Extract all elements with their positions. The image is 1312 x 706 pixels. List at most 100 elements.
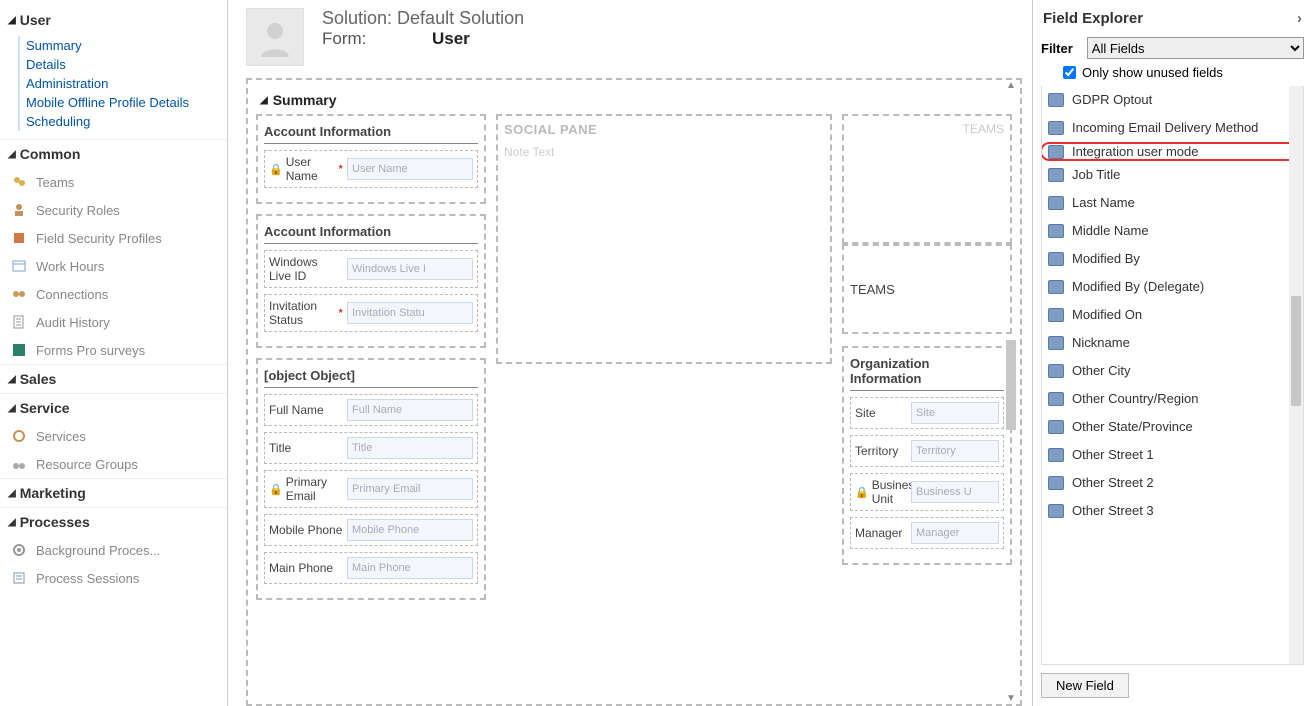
field-main-phone[interactable]: Main PhoneMain Phone — [264, 552, 478, 584]
field-input[interactable]: Invitation Statu — [347, 302, 473, 324]
field-item-other-street-1[interactable]: Other Street 1 — [1042, 441, 1303, 469]
field-item-gdpr-optout[interactable]: GDPR Optout — [1042, 86, 1303, 114]
common-item-field-security[interactable]: Field Security Profiles — [0, 224, 227, 252]
field-item-incoming-email[interactable]: Incoming Email Delivery Method — [1042, 114, 1303, 142]
field-manager[interactable]: ManagerManager — [850, 517, 1004, 549]
scroll-down-icon[interactable]: ▼ — [1004, 693, 1018, 704]
processes-item-sessions[interactable]: Process Sessions — [0, 564, 227, 592]
common-item-security-roles[interactable]: Security Roles — [0, 196, 227, 224]
field-input[interactable]: Windows Live I — [347, 258, 473, 280]
processes-item-background[interactable]: Background Proces... — [0, 536, 227, 564]
scroll-thumb[interactable] — [1006, 340, 1016, 430]
field-full-name[interactable]: Full NameFull Name — [264, 394, 478, 426]
common-header[interactable]: ◢ Common — [0, 139, 227, 168]
service-header[interactable]: ◢Service — [0, 393, 227, 422]
audit-history-icon — [10, 313, 28, 331]
field-icon — [1048, 196, 1064, 210]
field-item-last-name[interactable]: Last Name — [1042, 189, 1303, 217]
teams-subgrid-ghost[interactable]: TEAMS — [842, 114, 1012, 244]
field-invitation-status[interactable]: Invitation Status* Invitation Statu — [264, 294, 478, 332]
field-icon — [1048, 93, 1064, 107]
marketing-header[interactable]: ◢Marketing — [0, 478, 227, 507]
field-icon — [1048, 392, 1064, 406]
nav-summary[interactable]: Summary — [18, 36, 227, 55]
field-item-other-city[interactable]: Other City — [1042, 357, 1303, 385]
form-canvas[interactable]: ◢ Summary Account Information 🔒User Name… — [246, 78, 1022, 706]
resource-groups-icon — [10, 455, 28, 473]
field-territory[interactable]: TerritoryTerritory — [850, 435, 1004, 467]
account-info-1-box[interactable]: Account Information 🔒User Name* User Nam… — [256, 114, 486, 204]
scroll-up-icon[interactable]: ▲ — [1004, 80, 1018, 91]
field-item-other-street-2[interactable]: Other Street 2 — [1042, 469, 1303, 497]
field-item-modified-by-delegate[interactable]: Modified By (Delegate) — [1042, 273, 1303, 301]
lock-icon: 🔒 — [855, 486, 869, 499]
unused-fields-checkbox[interactable] — [1063, 66, 1076, 79]
nav-administration[interactable]: Administration — [18, 74, 227, 93]
nav-scheduling[interactable]: Scheduling — [18, 112, 227, 131]
field-input[interactable]: User Name — [347, 158, 473, 180]
box-title: Organization Information — [850, 352, 1004, 391]
processes-header[interactable]: ◢Processes — [0, 507, 227, 536]
field-windows-live-id[interactable]: Windows Live ID Windows Live I — [264, 250, 478, 288]
common-item-work-hours[interactable]: Work Hours — [0, 252, 227, 280]
box-title: Account Information — [264, 220, 478, 244]
nav-details[interactable]: Details — [18, 55, 227, 74]
field-primary-email[interactable]: 🔒Primary EmailPrimary Email — [264, 470, 478, 508]
field-item-job-title[interactable]: Job Title — [1042, 161, 1303, 189]
field-item-other-street-3[interactable]: Other Street 3 — [1042, 497, 1303, 525]
required-star: * — [338, 306, 343, 320]
nav-mobile-offline[interactable]: Mobile Offline Profile Details — [18, 93, 227, 112]
service-item-resource-groups[interactable]: Resource Groups — [0, 450, 227, 478]
field-icon — [1048, 280, 1064, 294]
filter-select[interactable]: All Fields — [1087, 37, 1304, 59]
box-title: Account Information — [264, 120, 478, 144]
field-icon — [1048, 252, 1064, 266]
social-pane-box[interactable]: SOCIAL PANE Note Text — [496, 114, 832, 364]
new-field-button[interactable]: New Field — [1041, 673, 1129, 698]
forms-pro-icon — [10, 341, 28, 359]
left-nav-panel: ◢ User Summary Details Administration Mo… — [0, 0, 228, 706]
field-icon — [1048, 336, 1064, 350]
common-item-forms-pro[interactable]: Forms Pro surveys — [0, 336, 227, 364]
user-info-box[interactable]: [object Object] Full NameFull Name Title… — [256, 358, 486, 600]
teams-subgrid[interactable]: TEAMS — [842, 244, 1012, 334]
form-name: User — [432, 29, 470, 49]
field-icon — [1048, 168, 1064, 182]
box-title: [object Object] — [264, 364, 478, 388]
field-site[interactable]: SiteSite — [850, 397, 1004, 429]
field-item-other-country[interactable]: Other Country/Region — [1042, 385, 1303, 413]
chevron-right-icon[interactable]: › — [1297, 10, 1302, 27]
common-item-connections[interactable]: Connections — [0, 280, 227, 308]
field-title[interactable]: TitleTitle — [264, 432, 478, 464]
services-icon — [10, 427, 28, 445]
social-pane-note: Note Text — [504, 145, 824, 159]
canvas-scrollbar[interactable]: ▲ ▼ — [1004, 80, 1018, 704]
section-summary-header[interactable]: ◢ Summary — [256, 86, 1012, 114]
field-item-nickname[interactable]: Nickname — [1042, 329, 1303, 357]
field-list-scrollbar[interactable] — [1289, 86, 1303, 664]
common-title: Common — [20, 146, 81, 162]
account-info-2-box[interactable]: Account Information Windows Live ID Wind… — [256, 214, 486, 348]
unused-fields-label: Only show unused fields — [1082, 65, 1223, 80]
organization-info-box[interactable]: Organization Information SiteSite Territ… — [842, 346, 1012, 565]
field-item-integration-user-mode[interactable]: Integration user mode — [1041, 142, 1304, 161]
sales-header[interactable]: ◢Sales — [0, 364, 227, 393]
entity-avatar — [246, 8, 304, 66]
field-icon — [1048, 504, 1064, 518]
field-item-middle-name[interactable]: Middle Name — [1042, 217, 1303, 245]
scroll-thumb[interactable] — [1291, 296, 1301, 406]
field-icon — [1048, 308, 1064, 322]
common-item-audit-history[interactable]: Audit History — [0, 308, 227, 336]
field-item-modified-on[interactable]: Modified On — [1042, 301, 1303, 329]
work-hours-icon — [10, 257, 28, 275]
entity-nav-header[interactable]: ◢ User — [0, 6, 227, 34]
field-item-other-state[interactable]: Other State/Province — [1042, 413, 1303, 441]
service-item-services[interactable]: Services — [0, 422, 227, 450]
field-item-modified-by[interactable]: Modified By — [1042, 245, 1303, 273]
field-icon — [1048, 420, 1064, 434]
field-business-unit[interactable]: 🔒Business Unit*Business U — [850, 473, 1004, 511]
field-user-name[interactable]: 🔒User Name* User Name — [264, 150, 478, 188]
field-mobile-phone[interactable]: Mobile PhoneMobile Phone — [264, 514, 478, 546]
connections-icon — [10, 285, 28, 303]
common-item-teams[interactable]: Teams — [0, 168, 227, 196]
